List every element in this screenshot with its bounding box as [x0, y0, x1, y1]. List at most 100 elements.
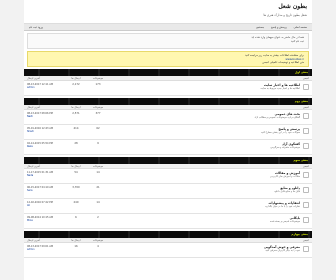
topic-count: 62: [96, 127, 100, 130]
col-topics: موضوعات: [92, 238, 104, 242]
col-forum: انجمن: [302, 105, 309, 109]
site-title[interactable]: بطون شعل: [29, 3, 307, 10]
userbox-register-link[interactable]: ثبت نام کنید: [32, 40, 304, 44]
forum-row[interactable]: بحث های عمومی گفتگو درباره موضوعات عمومی …: [24, 110, 312, 125]
last-post-author[interactable]: Reza: [27, 145, 65, 148]
forum-row[interactable]: پرسش و پاسخ سوالات خود را در این بخش مطرح…: [24, 125, 312, 140]
last-post: 08-13-2017 08:06 PM Nazli: [27, 112, 65, 118]
forum-status-icon: [303, 128, 309, 134]
forum-row[interactable]: گفتگوی آزاد موضوعات متفرقه و سرگرمی 9 28 02-…: [24, 140, 312, 155]
last-post-author[interactable]: admin: [27, 248, 65, 251]
forum-row[interactable]: دانلود و منابع فایل ها و منابع قابل دانلو…: [24, 184, 312, 199]
forum-description: موضوعات قدیمی و بسته شده: [269, 220, 300, 223]
topic-count: 14: [96, 171, 100, 174]
last-post-author[interactable]: Shadi: [27, 130, 65, 133]
site-header: بطون شعل شعل بطون تاریخ و مدارک هنری ها: [24, 0, 312, 24]
topic-count: 21: [96, 186, 100, 189]
forum-row[interactable]: اطلاعیه ها و اخبار سایت اطلاعیه ها و اخبا…: [24, 81, 312, 96]
page: بطون شعل شعل بطون تاریخ و مدارک هنری ها …: [24, 0, 312, 280]
last-post-author[interactable]: Nazli: [27, 115, 65, 118]
col-posts: ارسال ها: [71, 164, 81, 168]
forum-status-icon: [303, 202, 309, 208]
section-header[interactable]: بخش چهارم: [24, 231, 312, 238]
user-box: شما در حال حاضر به عنوان میهمان وارد شده…: [27, 33, 309, 49]
post-count: 2,571: [72, 112, 80, 115]
post-count: 28: [74, 142, 78, 145]
nav-login[interactable]: ورود ثبت نام: [29, 26, 43, 29]
post-count: 54: [74, 171, 78, 174]
forum-info: انتقادات و پیشنهادات نظرات خود را با ما د…: [109, 201, 300, 208]
forum-section: بخش سوم انجمن موضوعات ارسال ها آخرین ارسال آم…: [24, 157, 312, 229]
post-count: 2,172: [72, 83, 80, 86]
forum-row[interactable]: انتقادات و پیشنهادات نظرات خود را با ما د…: [24, 199, 312, 214]
last-post-author[interactable]: Ali: [27, 204, 65, 207]
last-post: 06-15-2017 04:10 AM Sara: [27, 186, 65, 192]
forum-info: آموزش و مقالات مقالات و آموزش های کاربردی: [109, 171, 300, 178]
nav-help[interactable]: پرسش و پاسخ: [271, 26, 287, 29]
forum-row[interactable]: بایگانی موضوعات قدیمی و بسته شده 2 6 09-08-2…: [24, 214, 312, 229]
forum-info: بحث های عمومی گفتگو درباره موضوعات عمومی …: [109, 112, 300, 119]
last-post-author[interactable]: Neda: [27, 174, 65, 177]
col-last-post: آخرین ارسال: [27, 105, 40, 109]
last-post: 09-08-2014 10:15 AM Mina: [27, 216, 65, 222]
forum-description: اطلاعیه ها و اخبار جدید مربوط به سایت: [260, 87, 300, 90]
forum-status-icon: [303, 84, 309, 90]
topic-count: 14: [96, 201, 100, 204]
forum-row[interactable]: معرفی و خوش آمدگویی خود را به دیگر کاربرا…: [24, 243, 312, 258]
post-count: 16: [74, 245, 78, 248]
col-forum: انجمن: [302, 164, 309, 168]
forum-info: گفتگوی آزاد موضوعات متفرقه و سرگرمی: [109, 142, 300, 149]
forum-info: دانلود و منابع فایل ها و منابع قابل دانلو…: [109, 186, 300, 193]
col-posts: ارسال ها: [71, 238, 81, 242]
forum-info: بایگانی موضوعات قدیمی و بسته شده: [109, 216, 300, 223]
nav-home[interactable]: صفحه اصلی: [294, 26, 307, 29]
forum-status-icon: [303, 113, 309, 119]
last-post-author[interactable]: admin: [27, 86, 65, 89]
section-header[interactable]: بخش اول: [24, 69, 312, 76]
last-post: 11-17-2015 01:31 AM Neda: [27, 171, 65, 177]
col-posts: ارسال ها: [71, 76, 81, 80]
col-last-post: آخرین ارسال: [27, 76, 40, 80]
forum-row[interactable]: آموزش و مقالات مقالات و آموزش های کاربردی…: [24, 169, 312, 184]
post-count: 240: [73, 201, 79, 204]
topic-count: 4: [97, 245, 99, 248]
col-last-post: آخرین ارسال: [27, 164, 40, 168]
topic-count: 2: [97, 216, 99, 219]
section-header[interactable]: بخش سوم: [24, 157, 312, 164]
forum-status-icon: [303, 217, 309, 223]
forum-status-icon: [303, 187, 309, 193]
post-count: 414: [73, 127, 79, 130]
col-forum: انجمن: [302, 238, 309, 242]
last-post: 02-14-2015 05:54 PM Reza: [27, 142, 65, 148]
forum-description: مقالات و آموزش های کاربردی: [269, 175, 300, 178]
section-header[interactable]: بخش دوم: [24, 98, 312, 105]
last-post: 05-01-2016 12:43 AM Shadi: [27, 127, 65, 133]
forum-info: معرفی و خوش آمدگویی خود را به دیگر کاربرا…: [109, 245, 300, 252]
forum-status-icon: [303, 172, 309, 178]
topic-count: 377: [95, 112, 101, 115]
notice-line3: متن اطلاعیه و توضیحات تکمیلی انجمن: [262, 61, 304, 65]
forum-info: پرسش و پاسخ سوالات خود را در این بخش مطرح…: [109, 127, 300, 134]
last-post: 08-13-2017 09:01 AM admin: [27, 245, 65, 251]
post-count: 6: [75, 216, 77, 219]
forum-sections: بخش اول انجمن موضوعات ارسال ها آخرین ارسال اط…: [24, 69, 312, 258]
topic-count: 9: [97, 142, 99, 145]
last-post: 08-13-2017 12:11 AM admin: [27, 83, 65, 89]
site-description: شعل بطون تاریخ و مدارک هنری ها: [263, 13, 307, 17]
forum-description: موضوعات متفرقه و سرگرمی: [270, 146, 300, 149]
col-forum: انجمن: [302, 76, 309, 80]
notice-box: برای مشاهده اطلاعات بیشتر به سایت زیر مر…: [27, 51, 309, 67]
col-topics: موضوعات: [92, 164, 104, 168]
topic-count: 173: [95, 83, 101, 86]
col-topics: موضوعات: [92, 105, 104, 109]
last-post-author[interactable]: Mina: [27, 219, 65, 222]
post-count: 3,700: [72, 186, 80, 189]
last-post-author[interactable]: Sara: [27, 189, 65, 192]
forum-section: بخش دوم انجمن موضوعات ارسال ها آخرین ارسال بح…: [24, 98, 312, 155]
forum-info: اطلاعیه ها و اخبار سایت اطلاعیه ها و اخبا…: [109, 83, 300, 90]
last-post: 12-02-2016 07:22 PM Ali: [27, 201, 65, 207]
col-last-post: آخرین ارسال: [27, 238, 40, 242]
forum-section: بخش چهارم انجمن موضوعات ارسال ها آخرین ارسال…: [24, 231, 312, 258]
forum-section: بخش اول انجمن موضوعات ارسال ها آخرین ارسال اط…: [24, 69, 312, 96]
nav-search[interactable]: جستجو: [256, 26, 264, 29]
